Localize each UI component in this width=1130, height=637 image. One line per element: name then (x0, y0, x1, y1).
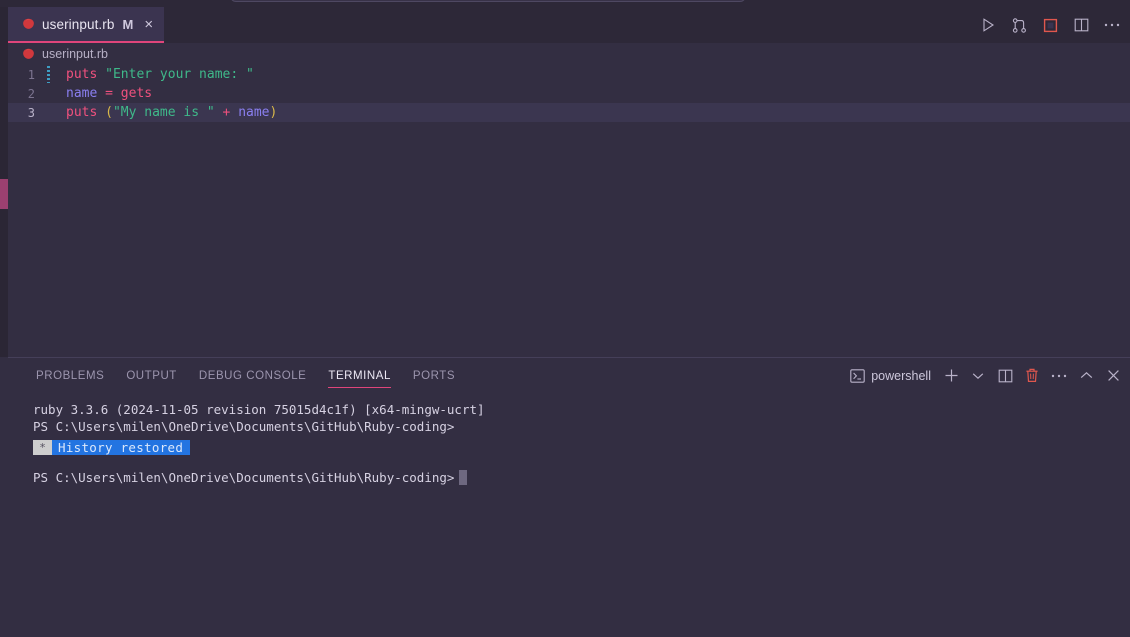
terminal-line: PS C:\Users\milen\OneDrive\Documents\Git… (33, 419, 455, 434)
split-icon[interactable] (996, 367, 1014, 385)
panel-actions-toolbar: powershell (850, 358, 1122, 393)
line-change-marker (44, 66, 52, 83)
editor-tab-dirty-badge: M (122, 16, 134, 32)
stop-square-icon[interactable] (1040, 15, 1060, 35)
plus-icon[interactable] (942, 367, 960, 385)
panel-tab-list: PROBLEMS OUTPUT DEBUG CONSOLE TERMINAL PORTS (8, 361, 466, 390)
editor-tab-bar: userinput.rb M × (8, 7, 1130, 43)
ellipsis-icon[interactable] (1050, 367, 1068, 385)
terminal-history-notice: * History restored (33, 435, 1130, 455)
ruby-gem-icon (22, 48, 35, 60)
play-icon[interactable] (978, 15, 998, 35)
terminal-prompt-line: PS C:\Users\milen\OneDrive\Documents\Git… (33, 469, 1130, 486)
asterisk-icon: * (33, 440, 52, 455)
fork-icon[interactable] (1009, 15, 1029, 35)
line-number: 3 (27, 105, 35, 120)
trash-icon[interactable] (1023, 367, 1041, 385)
panel-header: PROBLEMS OUTPUT DEBUG CONSOLE TERMINAL PORTS… (8, 358, 1130, 393)
terminal-output[interactable]: ruby 3.3.6 (2024-11-05 revision 75015d4c… (8, 393, 1130, 637)
editor-tab-userinput-rb[interactable]: userinput.rb M × (8, 7, 165, 43)
terminal-prompt-text: PS C:\Users\milen\OneDrive\Documents\Git… (33, 470, 455, 485)
code-token-paren: ) (269, 105, 278, 120)
vscode-window: userinput.rb M × userinput.rb 1 puts "En… (0, 0, 1130, 637)
code-text: puts ("My name is " + name) (52, 105, 277, 120)
terminal-cursor (459, 470, 468, 485)
code-text: name = gets (52, 86, 152, 101)
code-line[interactable]: 3 puts ("My name is " + name) (8, 103, 1130, 122)
panel-tab-output[interactable]: OUTPUT (115, 361, 188, 390)
ruby-gem-icon (22, 18, 35, 30)
code-editor[interactable]: 1 puts "Enter your name: " 2 name = gets 3 pu… (8, 65, 1130, 355)
terminal-history-message: History restored (52, 440, 191, 455)
title-bar (0, 0, 1130, 7)
ellipsis-icon[interactable] (1102, 15, 1122, 35)
close-icon[interactable] (1104, 367, 1122, 385)
code-token-operator: + (214, 105, 239, 120)
editor-decoration-marker (0, 179, 8, 209)
editor-tab-label: userinput.rb (42, 16, 115, 32)
close-icon[interactable]: × (144, 17, 153, 32)
line-number: 1 (27, 67, 35, 82)
activity-bar (0, 7, 8, 357)
terminal-shell-selector[interactable]: powershell (850, 369, 931, 383)
code-line[interactable]: 1 puts "Enter your name: " (8, 65, 1130, 84)
code-text: puts "Enter your name: " (52, 67, 254, 82)
breadcrumb-label: userinput.rb (42, 47, 109, 61)
code-token-string: "My name is " (112, 105, 215, 120)
code-token-keyword: gets (120, 86, 153, 101)
command-center[interactable] (230, 0, 746, 2)
editor-actions-toolbar (978, 9, 1122, 41)
terminal-line: ruby 3.3.6 (2024-11-05 revision 75015d4c… (33, 402, 485, 417)
code-token-string: "Enter your name: " (105, 67, 254, 82)
code-token-operator: = (105, 86, 121, 101)
chevron-down-icon[interactable] (969, 367, 987, 385)
panel-tab-terminal[interactable]: TERMINAL (317, 361, 402, 390)
code-token-variable: name (238, 105, 270, 120)
panel-tab-ports[interactable]: PORTS (402, 361, 466, 390)
terminal-icon (850, 368, 865, 383)
split-editor-icon[interactable] (1071, 15, 1091, 35)
breadcrumb[interactable]: userinput.rb (8, 43, 1130, 65)
panel-tab-debug-console[interactable]: DEBUG CONSOLE (188, 361, 317, 390)
code-token-paren: ( (105, 105, 113, 120)
chevron-up-icon[interactable] (1077, 367, 1095, 385)
panel-tab-problems[interactable]: PROBLEMS (25, 361, 115, 390)
code-line[interactable]: 2 name = gets (8, 84, 1130, 103)
terminal-shell-name: powershell (871, 368, 931, 383)
line-number: 2 (27, 86, 35, 101)
code-token-keyword: puts (66, 105, 106, 120)
code-token-variable: name (66, 86, 106, 101)
bottom-panel: PROBLEMS OUTPUT DEBUG CONSOLE TERMINAL PORTS… (8, 357, 1130, 637)
code-token-keyword: puts (66, 67, 106, 82)
